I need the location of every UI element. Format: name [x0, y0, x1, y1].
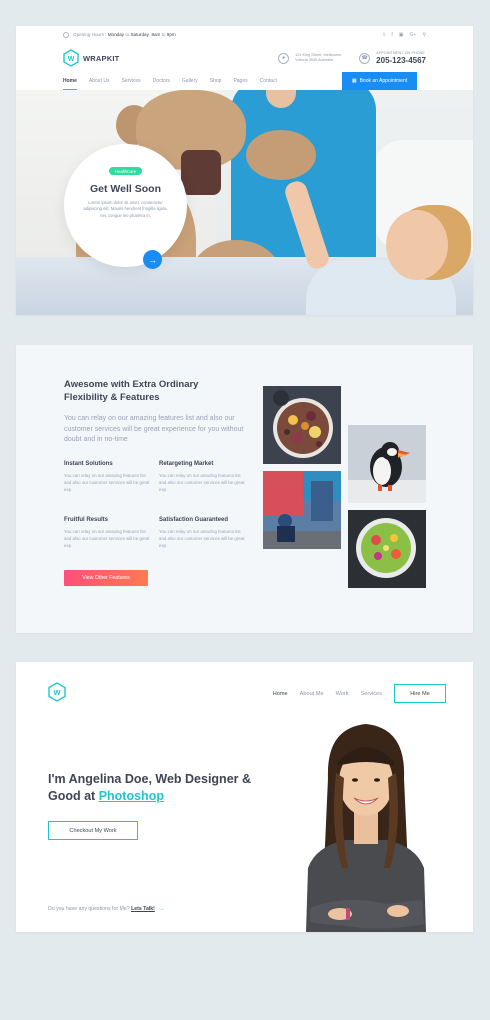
feature-title: Instant Solutions — [64, 461, 113, 467]
opening-to-1: to — [125, 32, 130, 37]
opening-days-end: Saturday — [130, 32, 149, 37]
top-info-bar: Opening Hours : Monday to Saturday 8am t… — [16, 26, 473, 43]
logo-letter: W — [68, 56, 75, 63]
wrapkit-logo-icon[interactable]: W — [63, 49, 79, 67]
address-line-2: Victoria 3000 Australia — [295, 58, 333, 62]
phone-number[interactable]: 205-123-4567 — [376, 56, 426, 65]
contact-question: Do you have any questions for Me? — [48, 906, 130, 912]
features-lead: You can relay on our amazing features li… — [64, 415, 244, 443]
portfolio-nav-about-me[interactable]: About Me — [300, 691, 324, 697]
feature-item: Retargeting Market You can relay on our … — [159, 461, 245, 493]
food-platter-image — [263, 386, 341, 464]
location-icon: ● — [278, 52, 290, 64]
street-mural-image — [263, 471, 341, 549]
hero-boy-head — [386, 210, 448, 280]
features-title: Awesome with Extra Ordinary Flexibility … — [64, 379, 199, 403]
hire-me-button[interactable]: Hire Me — [394, 684, 446, 703]
address-line-1: 121 King Street, Melbourne — [295, 53, 342, 57]
arrow-right-icon[interactable]: → — [143, 250, 162, 269]
puffin-bird-image — [348, 425, 426, 503]
hero-banner: HealthCare Get Well Soon Lorem ipsum dol… — [16, 90, 473, 315]
book-appointment-button[interactable]: ▦ Book an Appointment — [342, 72, 417, 90]
salad-bowl-image — [348, 510, 426, 588]
book-appointment-label: Book an Appointment — [359, 78, 408, 84]
instagram-icon[interactable]: ▣ — [399, 32, 404, 38]
nav-about-us[interactable]: About Us — [89, 78, 110, 84]
brand-name[interactable]: WRAPKIT — [83, 54, 119, 63]
healthcare-badge: HealthCare — [108, 167, 143, 175]
feature-item: Instant Solutions You can relay on our a… — [64, 461, 150, 493]
phone-icon: ☎ — [359, 52, 371, 64]
portfolio-headline: I'm Angelina Doe, Web Designer & Good at… — [48, 771, 258, 805]
healthcare-template-preview: Opening Hours : Monday to Saturday 8am t… — [16, 26, 473, 315]
opening-to-2: to — [161, 32, 166, 37]
nav-shop[interactable]: Shop — [210, 78, 222, 84]
brand-row: W WRAPKIT ● 121 King Street, Melbourne V… — [16, 45, 473, 71]
search-icon[interactable]: ⚲ — [422, 32, 426, 38]
nav-pages[interactable]: Pages — [233, 78, 247, 84]
calendar-icon: ▦ — [351, 78, 357, 84]
hero-text: Lorem ipsum dolor sit amet, consectetur … — [83, 199, 168, 218]
feature-item: Fruitful Results You can relay on our am… — [64, 517, 150, 549]
nav-home[interactable]: Home — [63, 78, 77, 90]
angelina-portrait-image — [286, 718, 446, 932]
feature-text: You can relay on our amazing features li… — [64, 529, 150, 548]
opening-time-start: 8am — [151, 32, 161, 37]
feature-title: Fruitful Results — [64, 517, 109, 523]
contact-info: ● 121 King Street, Melbourne Victoria 30… — [278, 51, 426, 65]
view-other-features-button[interactable]: View Other Features — [64, 570, 148, 586]
lets-talk-link[interactable]: Lets Talk! — [131, 906, 155, 912]
address: 121 King Street, Melbourne Victoria 3000… — [295, 53, 353, 63]
twitter-icon[interactable]: 𝕥 — [383, 32, 385, 38]
main-nav: Home About Us Services Doctors Gallery S… — [16, 72, 473, 90]
google-plus-icon[interactable]: G+ — [410, 32, 417, 38]
portfolio-template-preview: W Home About Me Work Services Hire Me I'… — [16, 662, 473, 932]
arrow-right-icon[interactable]: → — [159, 906, 164, 912]
feature-item: Satisfaction Guaranteed You can relay on… — [159, 517, 245, 549]
checkout-my-work-button[interactable]: Checkout My Work — [48, 821, 138, 840]
opening-hours-label: Opening Hours : — [73, 32, 107, 37]
feature-title: Satisfaction Guaranteed — [159, 517, 229, 523]
feature-text: You can relay on our amazing features li… — [159, 529, 245, 548]
feature-text: You can relay on our amazing features li… — [64, 473, 150, 492]
nav-contact[interactable]: Contact — [260, 78, 277, 84]
phone-info: APPOINTMENT ON PHONE 205-123-4567 — [376, 51, 426, 65]
features-template-preview: Awesome with Extra Ordinary Flexibility … — [16, 345, 473, 633]
opening-time-end: 9pm — [166, 32, 176, 37]
portfolio-nav-services[interactable]: Services — [361, 691, 382, 697]
hero-caption-circle: HealthCare Get Well Soon Lorem ipsum dol… — [64, 144, 187, 267]
nav-services[interactable]: Services — [121, 78, 140, 84]
portfolio-logo-icon[interactable]: W — [48, 682, 66, 702]
headline-highlight-link[interactable]: Photoshop — [99, 789, 164, 803]
feature-title: Retargeting Market — [159, 461, 214, 467]
portfolio-nav-home[interactable]: Home — [273, 691, 288, 697]
facebook-icon[interactable]: f — [391, 32, 392, 38]
clock-icon — [63, 31, 69, 38]
feature-text: You can relay on our amazing features li… — [159, 473, 245, 492]
portfolio-nav: Home About Me Work Services Hire Me — [273, 684, 446, 703]
opening-days-start: Monday — [107, 32, 125, 37]
portfolio-nav-work[interactable]: Work — [336, 691, 349, 697]
social-links: 𝕥 f ▣ G+ ⚲ — [383, 32, 426, 38]
phone-label: APPOINTMENT ON PHONE — [376, 51, 425, 55]
portfolio-logo-letter: W — [53, 688, 61, 697]
hero-title: Get Well Soon — [90, 182, 161, 195]
nav-doctors[interactable]: Doctors — [153, 78, 170, 84]
nav-gallery[interactable]: Gallery — [182, 78, 198, 84]
hero-teddy-scarf — [181, 150, 221, 195]
portfolio-contact-line: Do you have any questions for Me? Lets T… — [48, 906, 165, 912]
hero-teddy-arm — [246, 130, 316, 180]
